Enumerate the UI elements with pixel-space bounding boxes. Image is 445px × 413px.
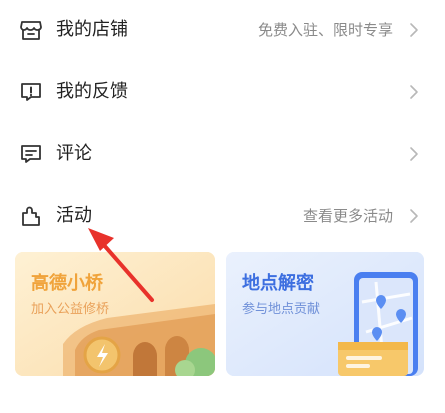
chevron-right-icon [410, 209, 418, 223]
feedback-icon [21, 83, 41, 101]
menu-item-hint: 免费入驻、限时专享 [257, 21, 393, 39]
card-title: 地点解密 [242, 273, 314, 294]
menu-item-label: 评论 [56, 143, 92, 164]
menu-item-hint: 查看更多活动 [302, 207, 393, 225]
activity-puzzle-icon [22, 206, 40, 226]
menu-item-activities[interactable]: 活动 查看更多活动 [0, 186, 445, 248]
menu-item-my-feedback[interactable]: 我的反馈 [0, 62, 445, 124]
comment-icon [21, 145, 41, 163]
menu-item-label: 我的反馈 [56, 81, 128, 102]
card-subtitle: 加入公益修桥 [31, 302, 110, 317]
menu-item-my-store[interactable]: 我的店铺 免费入驻、限时专享 [0, 0, 445, 62]
card-title: 高德小桥 [31, 273, 103, 294]
menu-item-comments[interactable]: 评论 [0, 124, 445, 186]
store-icon [20, 21, 42, 40]
card-subtitle: 参与地点贡献 [242, 302, 321, 317]
menu-item-label: 我的店铺 [56, 19, 128, 40]
chevron-right-icon [410, 85, 418, 99]
chevron-right-icon [410, 23, 418, 37]
card-place-decode[interactable]: 地点解密 参与地点贡献 [226, 252, 424, 376]
menu-item-label: 活动 [56, 205, 92, 226]
chevron-right-icon [410, 147, 418, 161]
card-gaode-bridge[interactable]: 高德小桥 加入公益修桥 [15, 252, 215, 376]
